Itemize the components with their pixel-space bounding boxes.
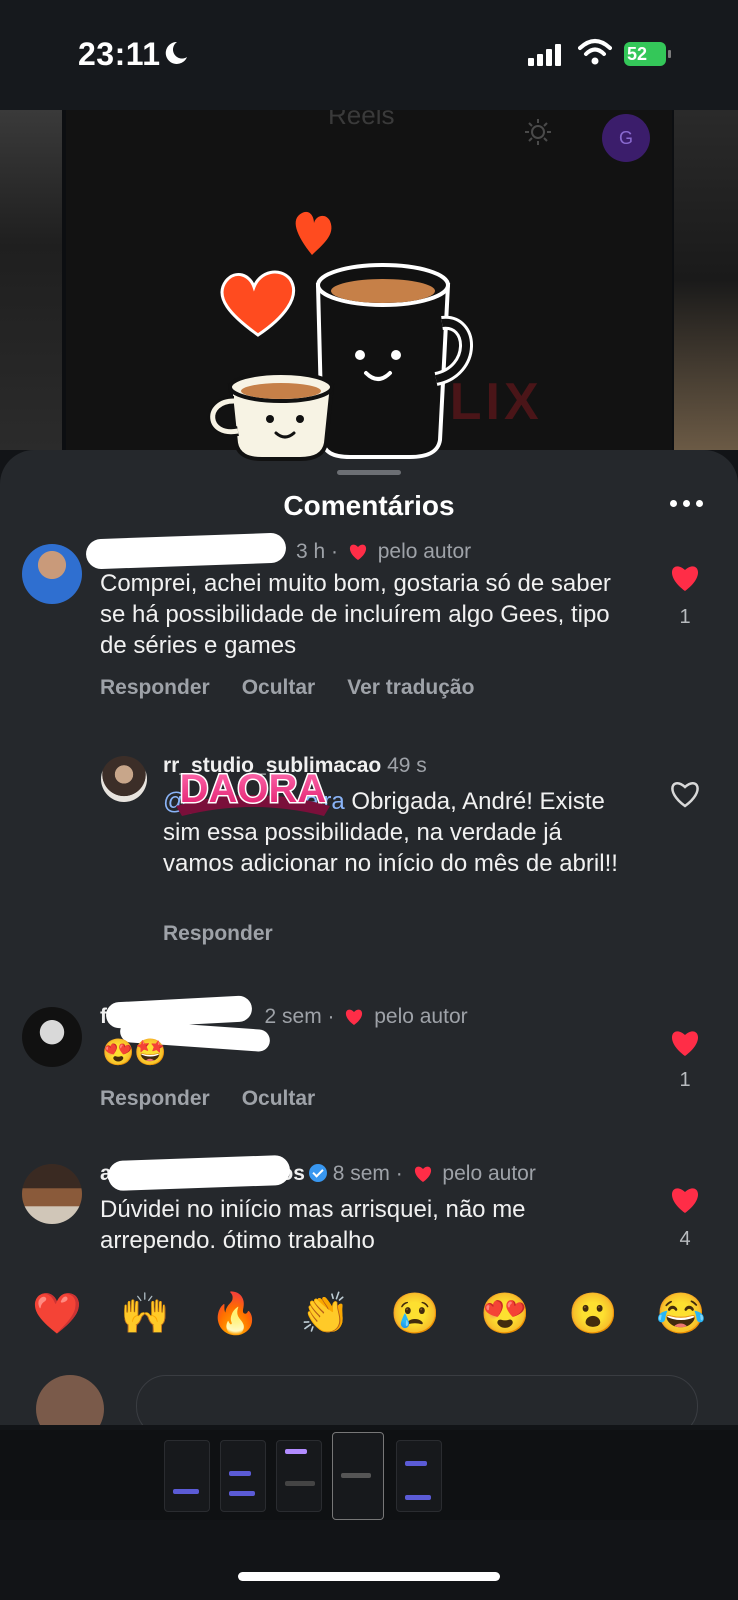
- status-bar: 23:11 52: [0, 0, 738, 110]
- signal-icon: [528, 42, 561, 66]
- coffee-mugs-sticker: [207, 211, 473, 461]
- comment-text: Dúvidei no iniício mas arrisquei, não me…: [100, 1196, 526, 1254]
- my-avatar: [36, 1375, 104, 1425]
- reaction-heart[interactable]: ❤️: [32, 1290, 82, 1337]
- comment-time: 8 sem: [332, 1162, 390, 1185]
- thumbnail-selected[interactable]: [332, 1432, 384, 1520]
- thumbnail[interactable]: [220, 1440, 266, 1512]
- reaction-fire[interactable]: 🔥: [210, 1290, 260, 1337]
- heart-icon: [349, 544, 366, 560]
- comment-time: 2 sem: [264, 1005, 322, 1028]
- comment-actions: Responder Ocultar Ver tradução: [100, 676, 474, 700]
- verified-badge-icon: [308, 1164, 327, 1182]
- emoji-reaction-bar: ❤️ 🙌 🔥 👏 😢 😍 😮 😂: [0, 1290, 738, 1362]
- heart-icon: [346, 1009, 363, 1025]
- comment-actions: Responder Ocultar: [100, 1087, 315, 1111]
- like-heart-icon[interactable]: [669, 562, 701, 594]
- avatar[interactable]: [22, 544, 82, 604]
- like-count: 4: [679, 1228, 691, 1250]
- more-options-icon[interactable]: [670, 500, 703, 507]
- daora-sticker: DAORA: [176, 766, 330, 816]
- reaction-cry[interactable]: 😢: [390, 1290, 440, 1337]
- heart-icon: [414, 1166, 431, 1182]
- comment-item: fi 2 sem · pelo autor 😍🤩 Responder Ocult…: [0, 995, 738, 1145]
- reels-title: Reels: [328, 110, 395, 130]
- sheet-title: Comentários: [283, 490, 455, 521]
- battery-percent: 52: [627, 44, 648, 64]
- wifi-icon: [578, 39, 612, 65]
- battery-icon: 52: [624, 42, 672, 66]
- reaction-heart-eyes[interactable]: 😍: [480, 1290, 530, 1337]
- comment-time: 3 h: [296, 540, 326, 563]
- reaction-raised-hands[interactable]: 🙌: [120, 1290, 170, 1337]
- clock: 23:11: [78, 36, 161, 72]
- profile-avatar: G: [602, 114, 650, 162]
- avatar[interactable]: [101, 756, 147, 802]
- comment-meta: 3 h · pelo autor: [296, 540, 472, 563]
- hide-button[interactable]: Ocultar: [242, 1087, 316, 1111]
- reply-button[interactable]: Responder: [163, 922, 273, 946]
- liked-by-author: pelo autor: [374, 1005, 468, 1028]
- thumbnail[interactable]: [164, 1440, 210, 1512]
- comment-input[interactable]: [136, 1375, 698, 1425]
- comment-text: 😍🤩: [102, 1037, 167, 1067]
- reply-button[interactable]: Responder: [100, 676, 210, 700]
- liked-by-author: pelo autor: [377, 540, 472, 563]
- like-heart-outline-icon[interactable]: [669, 778, 701, 810]
- like-heart-icon[interactable]: [669, 1027, 701, 1059]
- avatar[interactable]: [22, 1164, 82, 1224]
- liked-by-author: pelo autor: [442, 1162, 536, 1185]
- comment-actions: Responder: [163, 922, 273, 946]
- brightness-icon: [525, 119, 551, 145]
- home-indicator[interactable]: [238, 1572, 500, 1581]
- reaction-surprised[interactable]: 😮: [568, 1290, 618, 1337]
- comment-text: Comprei, achei muito bom, gostaria só de…: [100, 570, 611, 659]
- comment-input-row: [0, 1375, 738, 1425]
- comment-time: 49 s: [387, 754, 427, 777]
- like-count: 1: [679, 1069, 691, 1091]
- reply-item: rr_studio_sublimacao 49 s @p eira Obrigad…: [0, 750, 738, 950]
- screenshot-thumbnails: [0, 1430, 738, 1520]
- thumbnail[interactable]: [396, 1440, 442, 1512]
- comment-item: 3 h · pelo autor Comprei, achei muito bo…: [0, 532, 738, 712]
- comments-sheet: Comentários 3 h · pelo autor Comprei, ac…: [0, 450, 738, 1425]
- comment-item: a tos 8 sem · pelo autor Dúvidei no inií…: [0, 1154, 738, 1272]
- like-count: 1: [679, 606, 691, 628]
- like-heart-icon[interactable]: [669, 1184, 701, 1216]
- thumbnail[interactable]: [276, 1440, 322, 1512]
- redaction: [107, 1154, 291, 1192]
- redaction: [85, 532, 287, 570]
- reply-button[interactable]: Responder: [100, 1087, 210, 1111]
- moon-icon: [165, 41, 187, 64]
- avatar[interactable]: [22, 1007, 82, 1067]
- reaction-laugh[interactable]: 😂: [656, 1290, 706, 1337]
- sticker-text: DAORA: [180, 767, 327, 811]
- reaction-clap[interactable]: 👏: [300, 1290, 350, 1337]
- translate-button[interactable]: Ver tradução: [347, 676, 474, 700]
- hide-button[interactable]: Ocultar: [242, 676, 316, 700]
